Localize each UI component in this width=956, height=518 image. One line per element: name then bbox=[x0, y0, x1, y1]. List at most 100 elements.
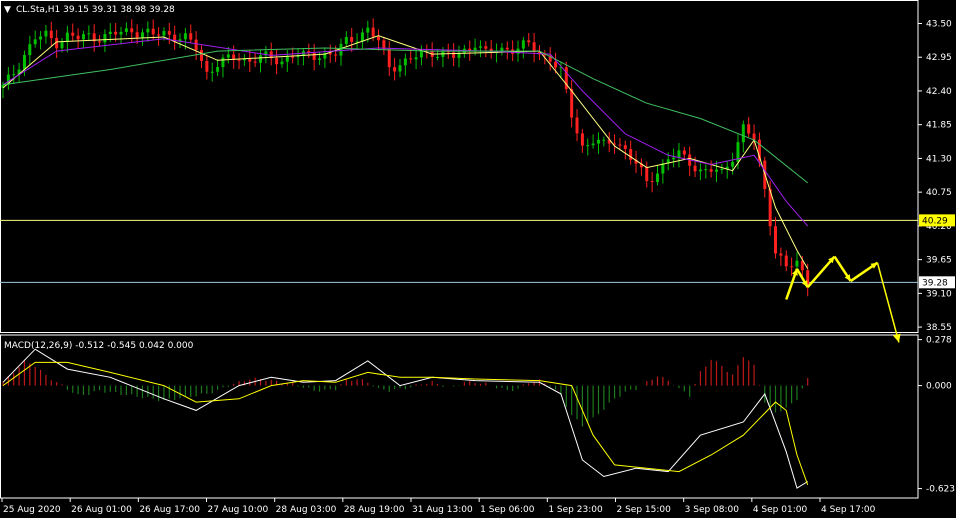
candle-body bbox=[591, 143, 595, 146]
candle-body bbox=[344, 36, 348, 44]
candle-body bbox=[216, 67, 220, 72]
time-tick-label: 28 Aug 03:00 bbox=[276, 505, 337, 515]
candle-body bbox=[98, 41, 102, 43]
macd-label: MACD(12,26,9) -0.512 -0.545 0.042 0.000 bbox=[4, 341, 194, 351]
time-tick-label: 28 Aug 19:00 bbox=[344, 505, 405, 515]
candle-body bbox=[12, 74, 16, 76]
time-tick-label: 27 Aug 10:00 bbox=[208, 505, 269, 515]
candle-body bbox=[350, 36, 354, 42]
time-tick-label: 26 Aug 17:00 bbox=[139, 505, 200, 515]
candle-body bbox=[414, 57, 418, 60]
candle-body bbox=[151, 28, 155, 35]
candle-body bbox=[167, 31, 171, 35]
candle-body bbox=[119, 31, 123, 35]
candle-body bbox=[162, 31, 166, 36]
candle-body bbox=[650, 181, 654, 183]
candle-body bbox=[473, 47, 477, 51]
candle-body bbox=[253, 61, 257, 63]
candle-body bbox=[318, 58, 322, 60]
price-tick-label: 41.85 bbox=[926, 121, 952, 131]
candle-body bbox=[130, 28, 134, 33]
chart-menu-icon[interactable]: ▼ bbox=[4, 5, 11, 15]
candle-body bbox=[108, 31, 112, 35]
candle-body bbox=[199, 49, 203, 61]
candle-body bbox=[741, 124, 745, 143]
candle-body bbox=[795, 260, 799, 267]
candle-body bbox=[60, 42, 64, 49]
candle-body bbox=[709, 169, 713, 172]
candle-body bbox=[774, 226, 778, 254]
candle-body bbox=[682, 150, 686, 155]
price-tick-label: 40.75 bbox=[926, 188, 952, 198]
candle-body bbox=[596, 139, 600, 144]
candle-body bbox=[39, 36, 43, 40]
candle-body bbox=[731, 161, 735, 167]
chart-header: ▼ CL.Sta,H1 39.15 39.31 38.98 39.28 bbox=[4, 5, 175, 15]
price-tick-label: 42.95 bbox=[926, 53, 952, 63]
time-tick-label: 4 Sep 17:00 bbox=[821, 505, 876, 515]
macd-tick-label: -0.623 bbox=[926, 485, 955, 495]
candle-body bbox=[554, 61, 558, 68]
candle-body bbox=[468, 48, 472, 51]
candle-body bbox=[655, 173, 659, 182]
candle-body bbox=[618, 144, 622, 146]
chart-canvas: 43.5042.9542.4041.8541.3040.7540.2039.65… bbox=[0, 0, 956, 518]
candle-body bbox=[366, 27, 370, 33]
candle-body bbox=[103, 34, 107, 43]
candle-body bbox=[419, 50, 423, 58]
candle-body bbox=[87, 33, 91, 35]
candle-body bbox=[629, 149, 633, 160]
candle-body bbox=[210, 71, 214, 73]
candle-body bbox=[704, 169, 708, 171]
candle-body bbox=[790, 266, 794, 268]
candle-body bbox=[484, 46, 488, 49]
candle-body bbox=[285, 56, 289, 62]
candle-body bbox=[135, 32, 139, 38]
candle-body bbox=[505, 47, 509, 50]
price-tick-label: 41.30 bbox=[926, 154, 952, 164]
candle-body bbox=[22, 55, 26, 70]
candle-body bbox=[527, 40, 531, 43]
candle-body bbox=[409, 58, 413, 60]
candle-body bbox=[677, 150, 681, 158]
candle-body bbox=[586, 145, 590, 147]
candle-body bbox=[698, 169, 702, 172]
time-tick-label: 2 Sep 15:00 bbox=[617, 505, 672, 515]
candle-body bbox=[393, 67, 397, 72]
candle-body bbox=[623, 145, 627, 150]
level-badge-label: 39.28 bbox=[922, 278, 948, 288]
time-tick-label: 3 Sep 08:00 bbox=[685, 505, 740, 515]
candle-body bbox=[259, 55, 263, 63]
candle-body bbox=[436, 56, 440, 58]
candle-body bbox=[157, 34, 161, 36]
candle-body bbox=[183, 33, 187, 40]
candle-body bbox=[693, 165, 697, 172]
chart-title: CL.Sta,H1 39.15 39.31 38.98 39.28 bbox=[16, 5, 175, 15]
chart-background bbox=[0, 0, 956, 518]
candle-body bbox=[114, 31, 118, 35]
candle-body bbox=[645, 167, 649, 182]
price-tick-label: 43.50 bbox=[926, 19, 952, 29]
candle-body bbox=[226, 54, 230, 58]
candle-body bbox=[720, 169, 724, 171]
candle-body bbox=[146, 28, 150, 33]
macd-tick-label: 0.000 bbox=[926, 382, 952, 392]
candle-body bbox=[140, 32, 144, 38]
candle-body bbox=[371, 27, 375, 37]
candle-body bbox=[377, 36, 381, 41]
candle-body bbox=[44, 30, 48, 37]
candle-body bbox=[49, 30, 53, 39]
candle-body bbox=[189, 33, 193, 40]
candle-body bbox=[602, 139, 606, 141]
candle-body bbox=[124, 28, 128, 32]
price-tick-label: 39.65 bbox=[926, 256, 952, 266]
candle-body bbox=[312, 52, 316, 60]
candle-body bbox=[237, 59, 241, 61]
candle-body bbox=[65, 32, 69, 43]
candle-body bbox=[205, 60, 209, 72]
candle-body bbox=[752, 133, 756, 140]
candle-body bbox=[334, 54, 338, 56]
candle-body bbox=[328, 53, 332, 55]
candle-body bbox=[360, 32, 364, 42]
candle-body bbox=[275, 58, 279, 65]
